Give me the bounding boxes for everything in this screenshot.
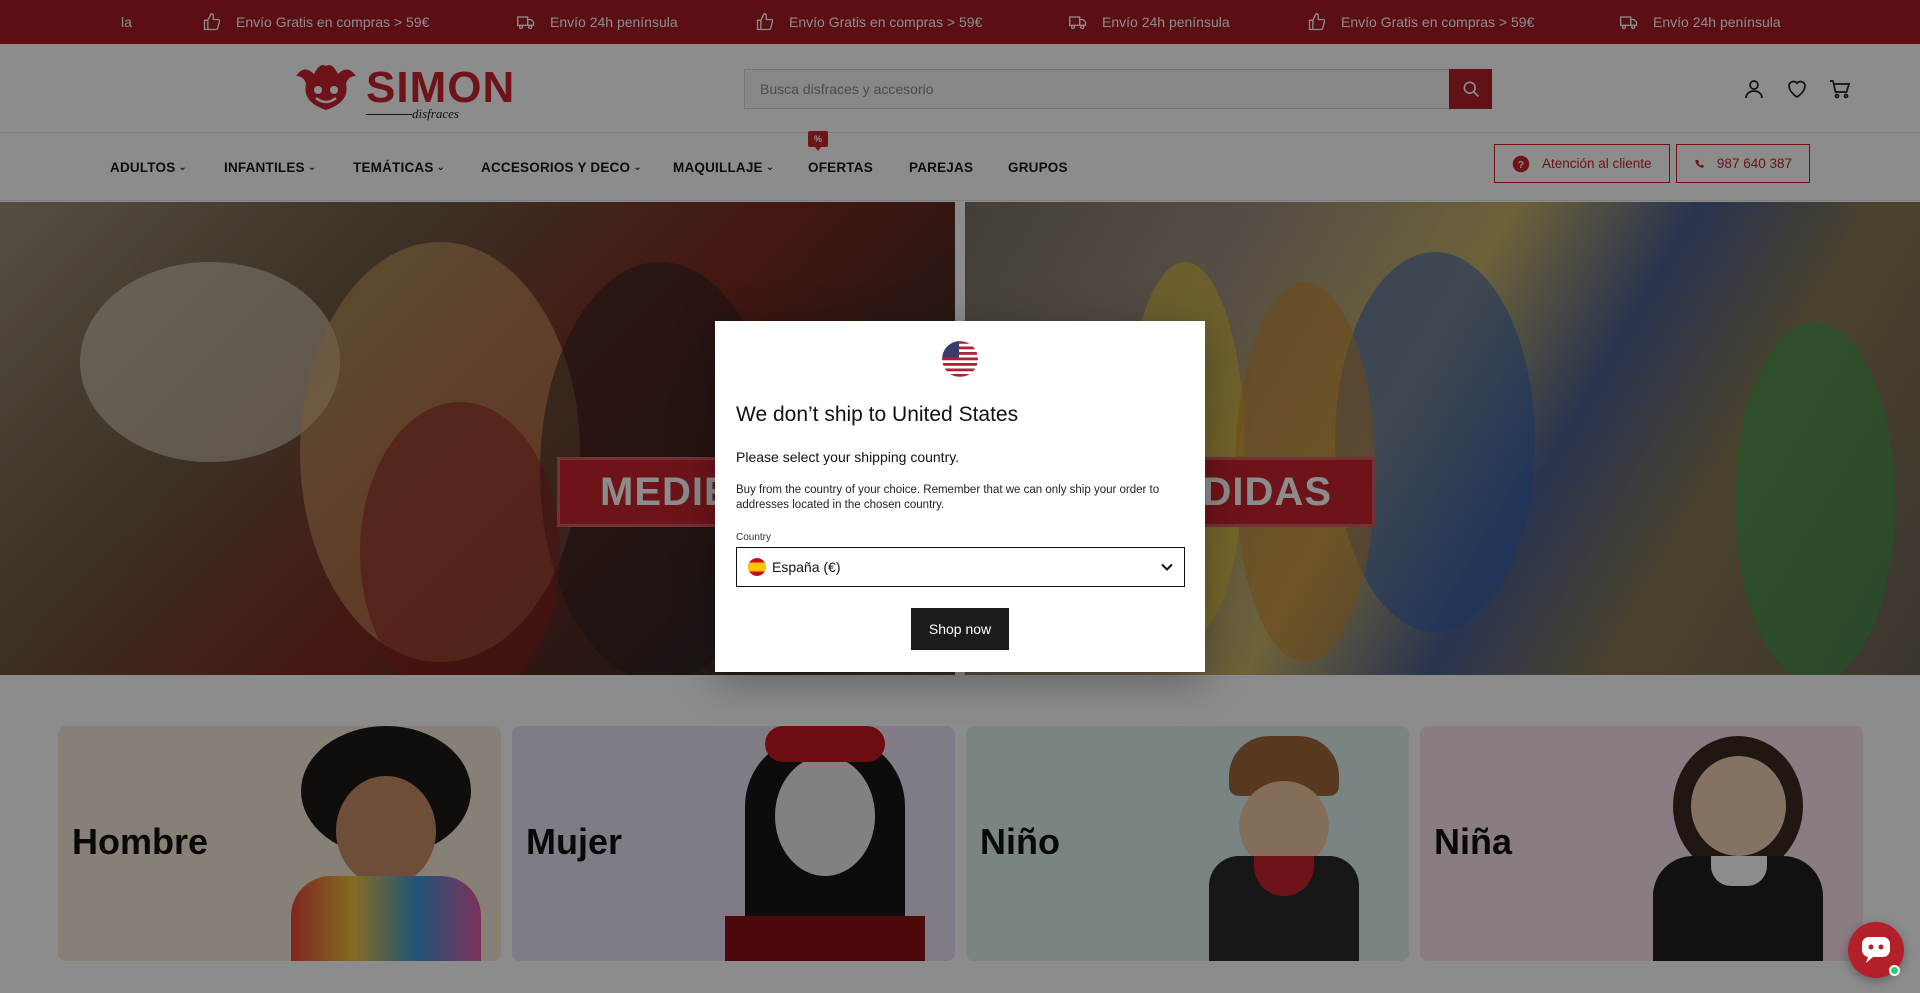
modal-note: Buy from the country of your choice. Rem… [736,484,1160,511]
country-field-label: Country [736,532,772,543]
country-select[interactable]: España (€) [736,547,1185,587]
country-select-value: España (€) [772,559,841,575]
chat-bot-icon [1862,937,1890,963]
us-flag-icon [942,341,978,377]
shipping-country-modal: We don’t ship to United States Please se… [715,321,1205,672]
chevron-down-icon [1161,563,1173,571]
online-status-dot [1889,965,1900,976]
modal-subtitle: Please select your shipping country. [736,449,960,465]
shop-now-button[interactable]: Shop now [911,608,1009,650]
modal-title: We don’t ship to United States [736,403,1019,426]
spain-flag-icon [748,558,766,576]
